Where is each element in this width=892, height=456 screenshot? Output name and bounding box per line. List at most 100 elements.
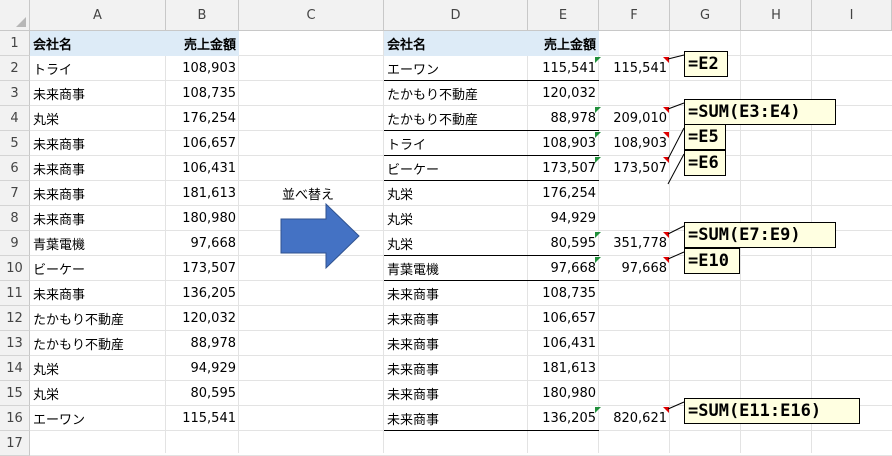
company-cell[interactable]: たかもり不動産 [30, 306, 166, 331]
subtotal-cell[interactable]: 820,621 [599, 406, 670, 431]
sales-cell[interactable]: 80,595 [528, 231, 599, 256]
header-company-name[interactable]: 会社名 [384, 31, 528, 56]
company-cell[interactable]: 丸栄 [30, 381, 166, 406]
comment-note[interactable]: =SUM(E7:E9) [684, 222, 836, 248]
row-header-14[interactable]: 14 [0, 356, 30, 381]
sales-cell[interactable]: 176,254 [528, 181, 599, 206]
row-header-13[interactable]: 13 [0, 331, 30, 356]
company-cell[interactable]: ビーケー [30, 256, 166, 281]
column-header-h[interactable]: H [741, 0, 812, 31]
sales-cell[interactable]: 106,431 [166, 156, 239, 181]
company-cell[interactable]: 未来商事 [384, 281, 528, 306]
row-header-16[interactable]: 16 [0, 406, 30, 431]
sales-cell[interactable]: 173,507 [528, 156, 599, 181]
sales-cell[interactable]: 108,735 [166, 81, 239, 106]
row-header-10[interactable]: 10 [0, 256, 30, 281]
company-cell[interactable]: 未来商事 [384, 381, 528, 406]
row-header-2[interactable]: 2 [0, 56, 30, 81]
company-cell[interactable]: 未来商事 [384, 406, 528, 431]
company-cell[interactable]: 丸栄 [30, 106, 166, 131]
sales-cell[interactable]: 173,507 [166, 256, 239, 281]
row-header-5[interactable]: 5 [0, 131, 30, 156]
company-cell[interactable]: 未来商事 [30, 206, 166, 231]
comment-note[interactable]: =SUM(E11:E16) [684, 398, 860, 424]
company-cell[interactable]: 丸栄 [384, 231, 528, 256]
sales-cell[interactable]: 115,541 [528, 56, 599, 81]
subtotal-cell[interactable]: 115,541 [599, 56, 670, 81]
sales-cell[interactable]: 94,929 [166, 356, 239, 381]
sales-cell[interactable]: 120,032 [166, 306, 239, 331]
company-cell[interactable]: 丸栄 [384, 181, 528, 206]
sales-cell[interactable]: 97,668 [166, 231, 239, 256]
row-header-7[interactable]: 7 [0, 181, 30, 206]
row-header-17[interactable]: 17 [0, 431, 30, 456]
company-cell[interactable]: 未来商事 [30, 131, 166, 156]
company-cell[interactable]: たかもり不動産 [384, 106, 528, 131]
row-header-12[interactable]: 12 [0, 306, 30, 331]
sales-cell[interactable]: 106,657 [166, 131, 239, 156]
company-cell[interactable]: 未来商事 [30, 81, 166, 106]
sales-cell[interactable]: 115,541 [166, 406, 239, 431]
sales-cell[interactable]: 136,205 [528, 406, 599, 431]
company-cell[interactable]: トライ [384, 131, 528, 156]
sales-cell[interactable]: 108,735 [528, 281, 599, 306]
sales-cell[interactable]: 97,668 [528, 256, 599, 281]
row-header-1[interactable]: 1 [0, 31, 30, 56]
column-header-c[interactable]: C [239, 0, 384, 31]
sales-cell[interactable]: 80,595 [166, 381, 239, 406]
row-header-6[interactable]: 6 [0, 156, 30, 181]
sales-cell[interactable]: 136,205 [166, 281, 239, 306]
sales-cell[interactable]: 106,657 [528, 306, 599, 331]
subtotal-cell[interactable]: 173,507 [599, 156, 670, 181]
sales-cell[interactable]: 180,980 [166, 206, 239, 231]
row-header-15[interactable]: 15 [0, 381, 30, 406]
row-header-4[interactable]: 4 [0, 106, 30, 131]
sales-cell[interactable]: 94,929 [528, 206, 599, 231]
select-all-corner[interactable] [0, 0, 30, 31]
column-header-g[interactable]: G [670, 0, 741, 31]
company-cell[interactable]: 未来商事 [30, 281, 166, 306]
company-cell[interactable]: 未来商事 [30, 156, 166, 181]
subtotal-cell[interactable]: 351,778 [599, 231, 670, 256]
sales-cell[interactable]: 181,613 [528, 356, 599, 381]
header-sales-amount[interactable]: 売上金額 [528, 31, 599, 56]
sales-cell[interactable]: 108,903 [528, 131, 599, 156]
row-header-9[interactable]: 9 [0, 231, 30, 256]
company-cell[interactable]: 青葉電機 [30, 231, 166, 256]
column-header-d[interactable]: D [384, 0, 528, 31]
column-header-f[interactable]: F [599, 0, 670, 31]
company-cell[interactable]: 丸栄 [30, 356, 166, 381]
sales-cell[interactable]: 181,613 [166, 181, 239, 206]
company-cell[interactable]: たかもり不動産 [384, 81, 528, 106]
sales-cell[interactable]: 106,431 [528, 331, 599, 356]
header-company-name[interactable]: 会社名 [30, 31, 166, 56]
company-cell[interactable]: トライ [30, 56, 166, 81]
company-cell[interactable]: たかもり不動産 [30, 331, 166, 356]
row-header-11[interactable]: 11 [0, 281, 30, 306]
company-cell[interactable]: 未来商事 [384, 306, 528, 331]
comment-note[interactable]: =E10 [684, 248, 740, 274]
comment-note[interactable]: =SUM(E3:E4) [684, 99, 836, 125]
company-cell[interactable]: 青葉電機 [384, 256, 528, 281]
column-header-b[interactable]: B [166, 0, 239, 31]
column-header-e[interactable]: E [528, 0, 599, 31]
header-sales-amount[interactable]: 売上金額 [166, 31, 239, 56]
column-header-a[interactable]: A [30, 0, 166, 31]
sales-cell[interactable]: 120,032 [528, 81, 599, 106]
sales-cell[interactable]: 88,978 [528, 106, 599, 131]
comment-note[interactable]: =E6 [684, 150, 726, 176]
company-cell[interactable]: 丸栄 [384, 206, 528, 231]
company-cell[interactable]: 未来商事 [384, 331, 528, 356]
subtotal-cell[interactable]: 209,010 [599, 106, 670, 131]
row-header-3[interactable]: 3 [0, 81, 30, 106]
column-header-i[interactable]: I [812, 0, 892, 31]
comment-note[interactable]: =E5 [684, 124, 726, 150]
company-cell[interactable]: 未来商事 [30, 181, 166, 206]
subtotal-cell[interactable]: 108,903 [599, 131, 670, 156]
company-cell[interactable]: エーワン [30, 406, 166, 431]
subtotal-cell[interactable]: 97,668 [599, 256, 670, 281]
company-cell[interactable]: 未来商事 [384, 356, 528, 381]
company-cell[interactable]: ビーケー [384, 156, 528, 181]
company-cell[interactable]: エーワン [384, 56, 528, 81]
sales-cell[interactable]: 108,903 [166, 56, 239, 81]
